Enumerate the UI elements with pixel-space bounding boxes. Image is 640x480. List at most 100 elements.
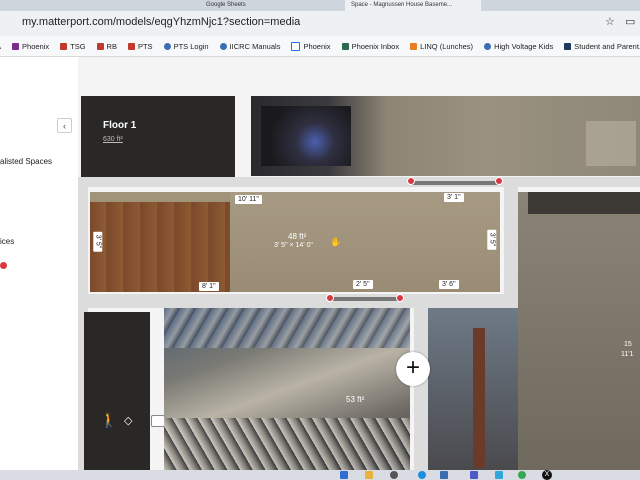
folder-icon[interactable] [365,471,373,479]
bookmark-label: A [0,42,1,51]
door-marker [330,297,400,301]
bookmark-item[interactable]: PTS Login [163,41,209,51]
address-bar[interactable]: my.matterport.com/models/eqgYhzmNjc1?sec… [0,13,598,32]
plus-icon: + [405,354,420,381]
bookmark-star-icon[interactable]: ☆ [605,15,615,28]
browser-tab[interactable] [0,0,76,11]
devices-section-label[interactable]: ices [0,237,14,246]
measurement-label: 2' 5" [353,280,373,289]
teams-icon[interactable] [470,471,478,479]
spaces-section-label[interactable]: alisted Spaces [0,157,52,166]
x-app-icon[interactable]: X [542,470,552,480]
bookmark-label: Phoenix [303,41,331,51]
measurement-label: 3' 5" [93,231,103,252]
bookmarks-bar: A Phoenix TSG RB PTS PTS Login IICRC Man… [0,36,640,57]
floor-area: 630 ft² [103,136,123,143]
room-photo-upper [251,96,640,176]
document-icon [291,41,301,51]
wall [78,294,518,308]
room-photo-right [518,192,640,470]
measurement-label: 3' 1" [444,193,464,202]
edge-icon[interactable] [418,471,426,479]
room-dimensions: 3' 5" × 14' 0" [274,242,313,249]
view-controls-card: 🚶 ◇ [84,312,150,470]
bookmark-icon [12,42,20,50]
bookmark-item[interactable]: A [0,42,1,51]
collapse-panel-button[interactable]: ‹ [57,118,72,133]
door-pin[interactable] [495,177,503,185]
floor-card[interactable]: Floor 1 630 ft² [81,96,235,177]
wall [504,177,518,308]
wall [78,177,640,187]
globe-icon [163,42,171,50]
bookmark-label: Phoenix Inbox [351,41,400,51]
room-area: 53 ft² [346,395,365,404]
globe-icon [219,42,227,50]
measurement-label: 3' 5" [487,229,497,250]
bookmark-label: LINQ (Lunches) [420,41,474,51]
add-button[interactable]: + [396,352,430,386]
carpet-floor [230,192,500,292]
tag-icon[interactable]: ◇ [124,414,132,427]
bookmark-item[interactable]: LINQ (Lunches) [410,42,473,51]
measurement-label: 10' 11" [235,195,262,204]
bookmark-item[interactable]: RB [96,42,117,51]
door-pin[interactable] [326,294,334,302]
globe-icon [484,42,492,50]
bookmark-item[interactable]: PTS [127,41,153,51]
browser-tab-active[interactable]: Space - Magnussen House Baseme... [345,0,481,11]
bookmark-item[interactable]: Student and Parent... [564,42,640,51]
room-photo-detail [164,418,410,470]
bookmark-label: TSG [70,41,86,51]
taskbar-app-icon[interactable] [390,471,398,479]
bookmark-label: Phoenix [22,41,50,51]
gmail-icon [127,42,135,50]
room-photo-detail [164,308,410,348]
bookmark-label: PTS Login [173,41,209,51]
inbox-icon [341,42,349,50]
floor-plan-viewer[interactable]: Floor 1 630 ft² 🚶 ◇ 10' 11" 3' 1" 3' 5" … [78,57,640,470]
floor-name: Floor 1 [103,120,137,131]
door-marker [411,181,499,185]
gmail-icon [96,42,104,50]
bookmark-item[interactable]: High Voltage Kids [484,42,553,51]
measurement-label: 3' 6" [439,280,459,289]
bookmark-item[interactable]: Phoenix [291,41,331,51]
room-photo-detail [261,106,351,166]
taskbar-app-icon[interactable] [340,471,348,479]
gmail-icon [60,42,68,50]
taskbar-app-icon[interactable] [495,471,503,479]
room-photo-shelves [428,308,518,470]
bookmark-label: PTS [137,41,153,51]
walk-icon[interactable]: 🚶 [100,412,117,429]
room-photo-storage [164,308,410,470]
room-area: 48 ft² [288,232,307,241]
status-dot [0,262,7,269]
door-pin[interactable] [396,294,404,302]
browser-tab-strip: Google Sheets Space - Magnussen House Ba… [0,0,640,11]
taskbar-app-icon[interactable] [440,471,448,479]
school-icon [564,42,572,50]
room-photo-detail [586,121,636,166]
sidebar-toggle-icon[interactable]: ▭ [625,15,635,28]
bookmark-label: IICRC Manuals [229,41,281,51]
room-photo-detail [528,192,640,214]
door-pin[interactable] [407,177,415,185]
chevron-left-icon: ‹ [63,121,66,131]
os-taskbar: X [0,470,640,480]
chrome-icon[interactable] [518,471,526,479]
bookmark-item[interactable]: TSG [60,41,86,51]
comment-icon[interactable] [151,415,165,427]
wood-floor [90,202,230,292]
measurement-label: 8' 1" [199,282,219,291]
bookmark-label: High Voltage Kids [494,41,554,51]
bookmark-item[interactable]: IICRC Manuals [219,41,281,51]
bookmark-label: Student and Parent... [574,41,640,51]
wall [414,308,428,470]
room-photo-detail [473,328,485,468]
hand-cursor-icon: ✋ [330,237,342,247]
edge-measurement: 11'1 [621,351,634,358]
bookmark-item[interactable]: Phoenix [12,42,49,51]
bookmark-item[interactable]: Phoenix Inbox [341,41,400,51]
browser-tab[interactable]: Google Sheets [200,0,326,11]
